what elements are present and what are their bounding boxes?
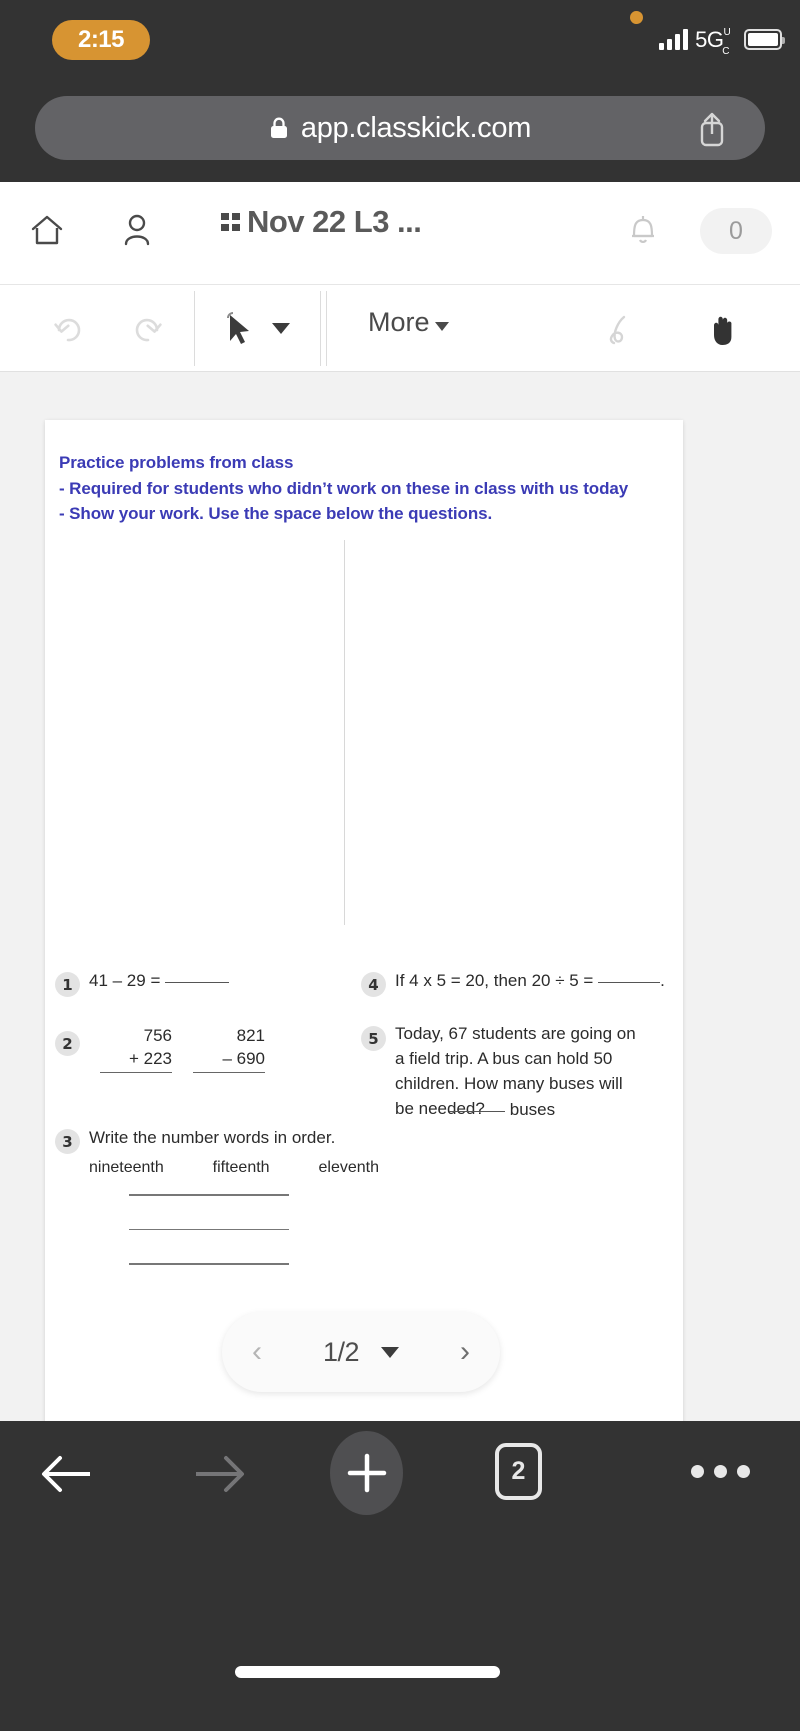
page-navigator[interactable]: ‹ 1/2 ›	[222, 1312, 500, 1392]
notification-count-badge[interactable]: 0	[700, 208, 772, 254]
problem-5-answer-row: buses	[449, 1100, 555, 1120]
screen: 2:15 5GUC app.classkick.com Nov 22 L3 ..…	[0, 0, 800, 1731]
browser-bottom-bar: 2	[0, 1421, 800, 1731]
answer-blank[interactable]	[449, 1111, 505, 1112]
arrow-right-icon[interactable]	[186, 1445, 250, 1508]
problem-3-text: Write the number words in order.	[89, 1128, 336, 1147]
cursor-arrow-icon[interactable]	[218, 309, 258, 356]
problem-2-stack-b: 821 – 690	[193, 1024, 265, 1073]
share-icon[interactable]	[695, 110, 729, 153]
instruction-line-1: Practice problems from class	[59, 453, 294, 472]
problem-number-4: 4	[361, 972, 386, 997]
stack-a-bottom: + 223	[100, 1047, 172, 1073]
network-type-label: 5GUC	[695, 27, 731, 57]
status-time: 2:15	[52, 20, 150, 60]
word-option-2: fifteenth	[212, 1159, 270, 1176]
page-title: Nov 22 L3 ...	[247, 204, 422, 239]
chevron-down-icon	[434, 322, 449, 331]
problem-2-stack-a: 756 + 223	[100, 1024, 172, 1073]
chevron-right-icon[interactable]: ›	[460, 1337, 470, 1367]
problem-number-5: 5	[361, 1026, 386, 1051]
more-menu-label: More	[368, 307, 430, 337]
redo-icon[interactable]	[128, 309, 168, 354]
person-icon[interactable]	[118, 210, 156, 255]
assignment-title-button[interactable]: Nov 22 L3 ...	[218, 204, 422, 242]
pen-icon[interactable]	[600, 309, 640, 356]
status-bar: 2:15 5GUC	[0, 0, 800, 82]
word-option-3: eleventh	[318, 1159, 379, 1176]
network-sup-label: U	[723, 27, 731, 38]
worksheet-page[interactable]: Practice problems from class - Required …	[45, 420, 683, 1455]
status-right-cluster: 5GUC	[659, 27, 785, 57]
hand-icon[interactable]	[702, 309, 742, 356]
toolbar-divider-1	[194, 291, 195, 366]
recording-indicator-dot	[630, 11, 643, 24]
answer-blank[interactable]	[165, 982, 230, 983]
arrow-left-icon[interactable]	[36, 1445, 100, 1508]
network-sub-label: C	[722, 46, 729, 57]
problem-1-text: 41 – 29 =	[89, 968, 230, 994]
problem-3-word-list: nineteenth fifteenth eleventh	[89, 1159, 379, 1177]
url-text: app.classkick.com	[300, 111, 532, 144]
problem-3-answer-lines[interactable]	[129, 1194, 289, 1298]
instruction-line-2: - Required for students who didn’t work …	[59, 478, 629, 498]
problem-number-1: 1	[55, 972, 80, 997]
answer-line-3[interactable]	[129, 1263, 289, 1265]
home-indicator	[235, 1666, 500, 1678]
grid-icon	[218, 207, 246, 242]
answer-blank[interactable]	[598, 982, 661, 983]
instruction-line-3: - Show your work. Use the space below th…	[59, 504, 493, 523]
problem-number-3: 3	[55, 1129, 80, 1154]
undo-icon[interactable]	[48, 309, 88, 354]
url-text-wrap: app.classkick.com	[269, 112, 531, 145]
worksheet-instructions: Practice problems from class - Required …	[59, 450, 628, 527]
problem-4-text: If 4 x 5 = 20, then 20 ÷ 5 = .	[395, 968, 665, 994]
bell-icon[interactable]	[626, 210, 660, 255]
answer-line-1[interactable]	[129, 1194, 289, 1196]
chevron-down-icon[interactable]	[381, 1346, 400, 1358]
editor-toolbar: More	[0, 285, 800, 372]
battery-icon	[744, 29, 785, 50]
app-header: Nov 22 L3 ... 0	[0, 182, 800, 285]
problem-5-answer-unit: buses	[509, 1100, 556, 1119]
problem-number-2: 2	[55, 1031, 80, 1056]
tool-options-chevron-down-icon[interactable]	[272, 323, 290, 334]
problem-4-period: .	[660, 971, 665, 990]
signal-bars-icon	[659, 29, 689, 50]
stack-b-bottom: – 690	[193, 1047, 265, 1073]
tab-count-button[interactable]: 2	[495, 1443, 542, 1500]
page-selector[interactable]: 1/2	[322, 1336, 400, 1368]
problem-1-expression: 41 – 29 =	[89, 971, 166, 990]
chevron-left-icon[interactable]: ‹	[252, 1337, 262, 1367]
word-option-1: nineteenth	[89, 1159, 164, 1176]
ellipsis-icon[interactable]	[691, 1465, 750, 1478]
answer-line-2[interactable]	[129, 1228, 289, 1230]
page-indicator-label: 1/2	[322, 1336, 360, 1367]
toolbar-divider-3	[326, 291, 327, 366]
home-icon[interactable]	[28, 210, 66, 255]
toolbar-divider-2	[320, 291, 321, 366]
stack-a-top: 756	[143, 1026, 172, 1045]
column-divider	[344, 540, 345, 925]
worksheet-canvas[interactable]: Practice problems from class - Required …	[0, 372, 800, 1455]
more-menu-button[interactable]: More	[368, 307, 449, 338]
plus-icon	[347, 1453, 386, 1493]
new-tab-button[interactable]	[330, 1431, 403, 1515]
browser-top-chrome: 2:15 5GUC app.classkick.com	[0, 0, 800, 182]
stack-b-top: 821	[236, 1026, 265, 1045]
address-bar[interactable]: app.classkick.com	[35, 96, 765, 160]
problem-4-expression: If 4 x 5 = 20, then 20 ÷ 5 =	[395, 971, 599, 990]
lock-icon	[269, 115, 289, 148]
